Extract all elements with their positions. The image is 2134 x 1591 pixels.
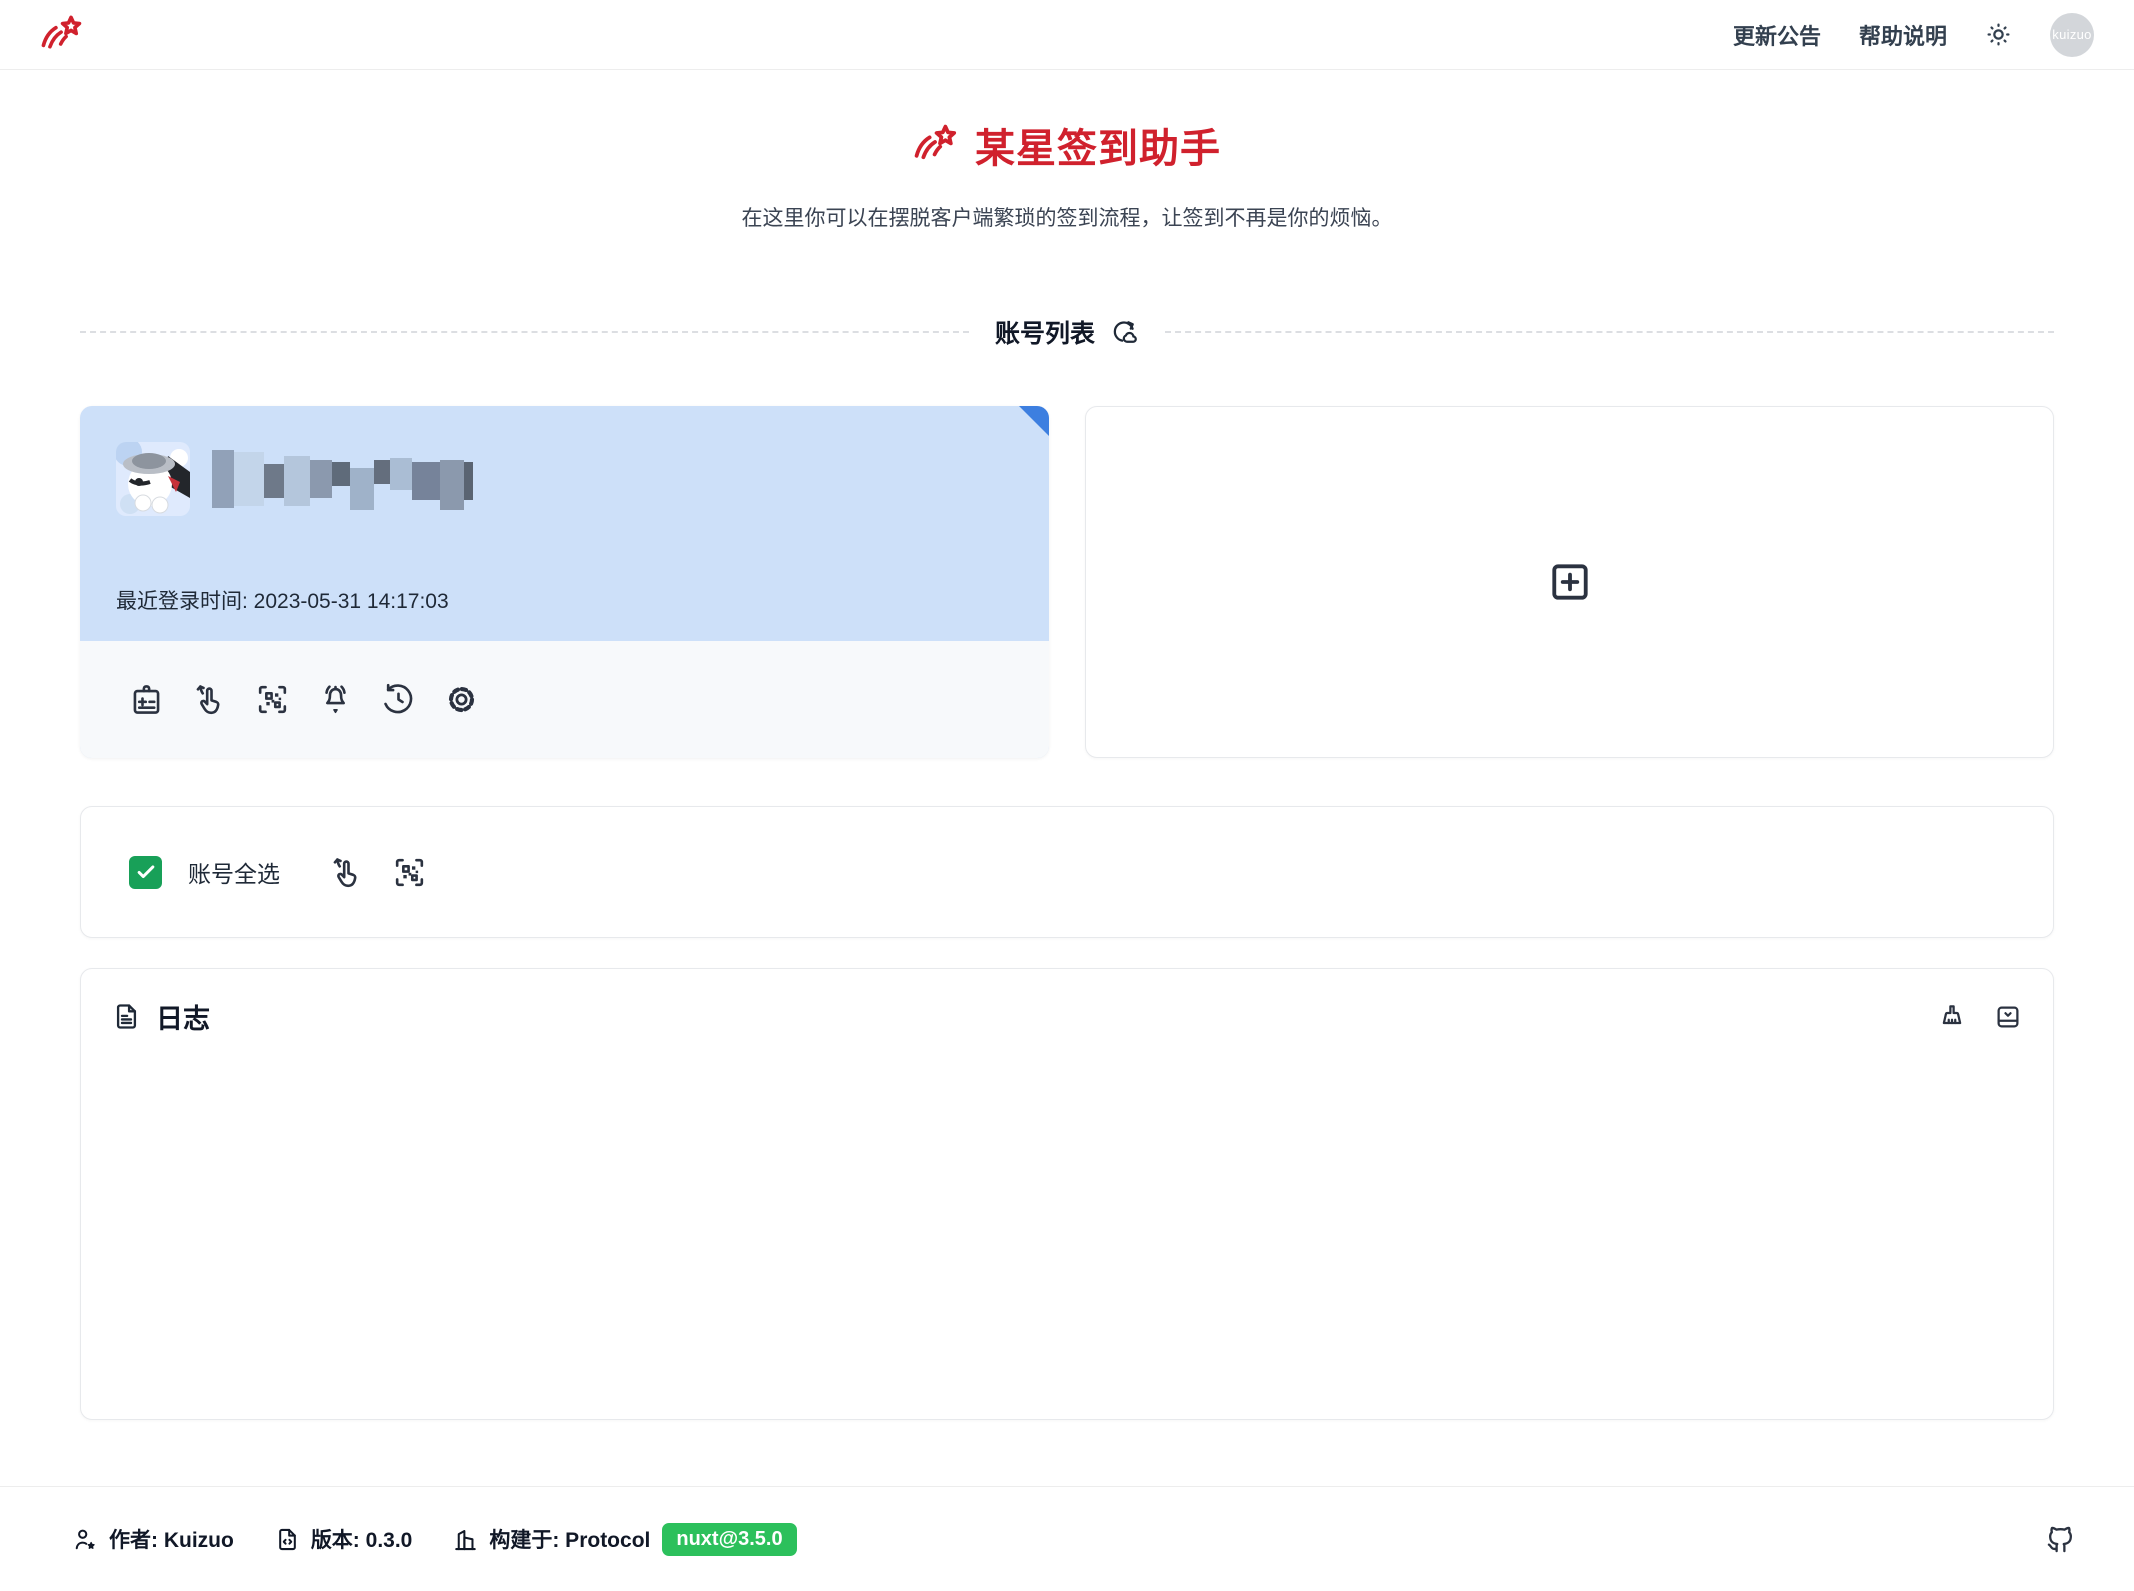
- cloud-sync-icon[interactable]: [1109, 317, 1139, 347]
- gear-icon[interactable]: [443, 681, 480, 718]
- account-card-body: 最近登录时间: 2023-05-31 14:17:03: [80, 406, 1049, 641]
- bell-ring-icon[interactable]: [317, 681, 354, 718]
- last-login-time: 最近登录时间: 2023-05-31 14:17:03: [116, 585, 1013, 615]
- footer-author-text: 作者: Kuizuo: [109, 1524, 234, 1554]
- nav-help[interactable]: 帮助说明: [1859, 19, 1947, 51]
- log-body: [111, 1036, 2023, 1391]
- footer-build: 构建于: Protocol nuxt@3.5.0: [452, 1523, 796, 1556]
- select-all-panel: 账号全选: [80, 806, 2054, 938]
- account-card-toolbar: [80, 641, 1049, 758]
- footer-author: 作者: Kuizuo: [72, 1524, 234, 1554]
- id-badge-add-icon[interactable]: [128, 681, 165, 718]
- qr-scan-icon[interactable]: [254, 681, 291, 718]
- page-subtitle: 在这里你可以在摆脱客户端繁琐的签到流程，让签到不再是你的烦恼。: [80, 202, 2054, 232]
- account-card[interactable]: 最近登录时间: 2023-05-31 14:17:03: [80, 406, 1049, 758]
- document-icon: [111, 1001, 142, 1032]
- hand-click-icon[interactable]: [191, 681, 228, 718]
- footer-build-text: 构建于: Protocol: [489, 1524, 650, 1554]
- broom-icon[interactable]: [1937, 1002, 1967, 1032]
- archive-down-icon[interactable]: [1993, 1002, 2023, 1032]
- app-logo-shooting-star-icon[interactable]: [40, 12, 86, 58]
- building-icon: [452, 1526, 479, 1553]
- hand-click-icon[interactable]: [328, 854, 365, 891]
- selected-corner-icon: [1019, 406, 1049, 436]
- select-all-label[interactable]: 账号全选: [188, 855, 280, 889]
- nuxt-version-badge: nuxt@3.5.0: [662, 1523, 796, 1556]
- shooting-star-icon: [913, 121, 961, 169]
- log-panel: 日志: [80, 968, 2054, 1420]
- plus-square-icon: [1547, 559, 1593, 605]
- log-title: 日志: [156, 997, 210, 1036]
- page-title: 某星签到助手: [913, 116, 1221, 174]
- page-title-text: 某星签到助手: [975, 116, 1221, 174]
- footer-version: 版本: 0.3.0: [274, 1524, 413, 1554]
- user-avatar[interactable]: kuizuo: [2050, 13, 2094, 57]
- footer-version-text: 版本: 0.3.0: [311, 1524, 413, 1554]
- sun-icon[interactable]: [1985, 21, 2012, 48]
- history-icon[interactable]: [380, 681, 417, 718]
- account-cards: 最近登录时间: 2023-05-31 14:17:03: [80, 406, 2054, 758]
- divider-dash: [1165, 331, 2054, 333]
- qr-scan-icon[interactable]: [391, 854, 428, 891]
- account-list-divider: 账号列表: [80, 314, 2054, 350]
- account-name-redacted: [212, 448, 473, 510]
- nav-update-announcement[interactable]: 更新公告: [1733, 19, 1821, 51]
- checkbox-checked-icon[interactable]: [129, 856, 162, 889]
- divider-dash: [80, 331, 969, 333]
- account-list-title: 账号列表: [995, 314, 1095, 350]
- github-icon[interactable]: [2045, 1524, 2076, 1555]
- footer: 作者: Kuizuo 版本: 0.3.0 构建于: Protocol: [0, 1487, 2134, 1591]
- hero: 某星签到助手 在这里你可以在摆脱客户端繁琐的签到流程，让签到不再是你的烦恼。: [80, 70, 2054, 232]
- add-account-card[interactable]: [1085, 406, 2054, 758]
- person-star-icon: [72, 1526, 99, 1553]
- account-avatar: [116, 442, 190, 516]
- header: 更新公告 帮助说明 kuizuo: [0, 0, 2134, 70]
- file-code-icon: [274, 1526, 301, 1553]
